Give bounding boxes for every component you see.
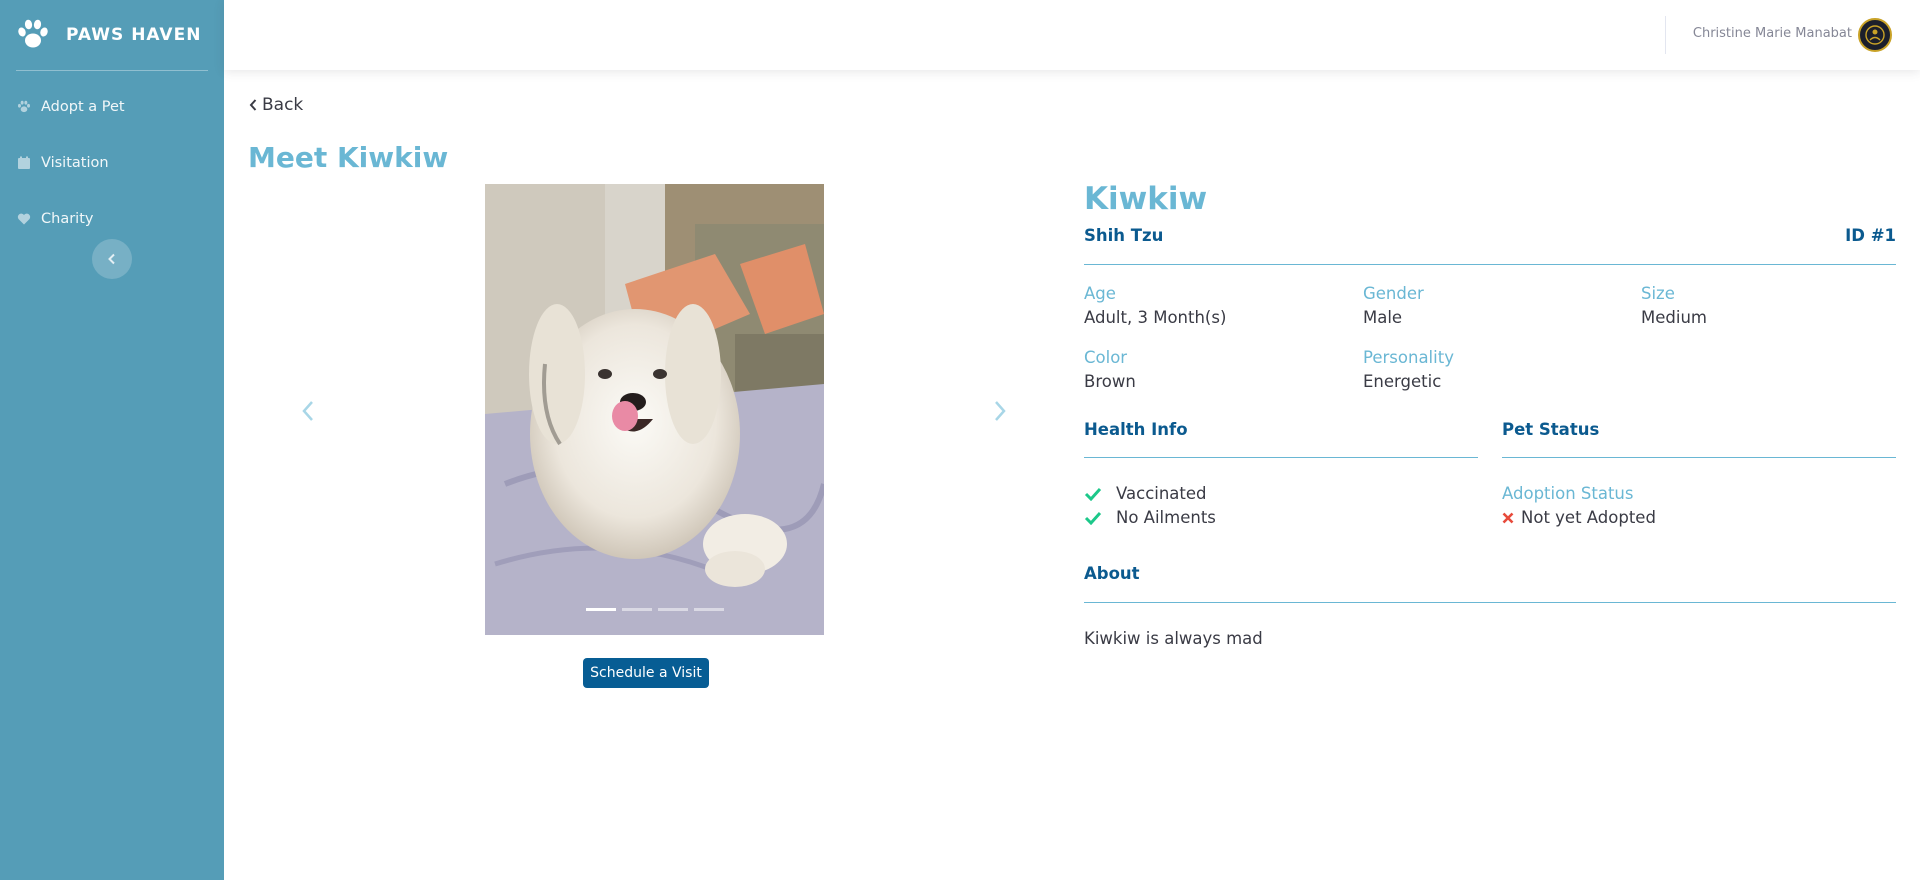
health-item-no-ailments: No Ailments bbox=[1084, 508, 1216, 527]
sidebar-item-adopt-a-pet[interactable]: Adopt a Pet bbox=[0, 79, 224, 135]
carousel-prev-button[interactable] bbox=[298, 396, 318, 430]
health-item-vaccinated: Vaccinated bbox=[1084, 484, 1207, 503]
personality-label: Personality bbox=[1363, 348, 1454, 367]
sidebar-item-label: Visitation bbox=[41, 155, 109, 171]
carousel-indicator[interactable] bbox=[657, 608, 688, 611]
carousel-indicator[interactable] bbox=[585, 608, 616, 611]
brand[interactable]: PAWS HAVEN bbox=[0, 0, 224, 70]
color-value: Brown bbox=[1084, 372, 1136, 391]
chevron-left-icon bbox=[302, 401, 313, 421]
age-label: Age bbox=[1084, 284, 1116, 303]
about-text: Kiwkiw is always mad bbox=[1084, 629, 1263, 648]
topbar-divider bbox=[1665, 16, 1666, 54]
size-label: Size bbox=[1641, 284, 1675, 303]
check-icon bbox=[1084, 487, 1102, 501]
sidebar-item-label: Adopt a Pet bbox=[41, 99, 125, 115]
carousel-indicator[interactable] bbox=[621, 608, 652, 611]
pet-name: Kiwkiw bbox=[1084, 181, 1208, 217]
sidebar-item-label: Charity bbox=[41, 211, 94, 227]
gender-label: Gender bbox=[1363, 284, 1424, 303]
paw-icon bbox=[16, 18, 50, 52]
chevron-left-icon bbox=[108, 253, 115, 265]
sidebar-toggle-button[interactable] bbox=[92, 239, 132, 279]
age-value: Adult, 3 Month(s) bbox=[1084, 308, 1227, 327]
adoption-status-value: Not yet Adopted bbox=[1521, 508, 1656, 527]
avatar[interactable] bbox=[1858, 18, 1892, 52]
topbar: Christine Marie Manabat bbox=[224, 0, 1920, 70]
chevron-left-icon bbox=[249, 99, 257, 111]
back-link[interactable]: Back bbox=[248, 95, 303, 115]
paw-icon bbox=[17, 100, 31, 113]
color-label: Color bbox=[1084, 348, 1128, 367]
schedule-visit-button[interactable]: Schedule a Visit bbox=[583, 658, 709, 688]
heart-icon bbox=[17, 213, 31, 225]
about-heading: About bbox=[1084, 564, 1140, 583]
health-item-label: No Ailments bbox=[1116, 508, 1216, 527]
brand-name: PAWS HAVEN bbox=[66, 25, 202, 45]
pet-id: ID #1 bbox=[1845, 226, 1896, 245]
gender-value: Male bbox=[1363, 308, 1403, 327]
pet-status-heading: Pet Status bbox=[1502, 420, 1600, 439]
pet-photo bbox=[485, 184, 824, 635]
pet-photo-carousel[interactable] bbox=[485, 184, 824, 635]
back-label: Back bbox=[262, 95, 304, 115]
health-info-heading: Health Info bbox=[1084, 420, 1188, 439]
personality-value: Energetic bbox=[1363, 372, 1442, 391]
carousel-indicator[interactable] bbox=[693, 608, 724, 611]
details-divider bbox=[1084, 264, 1896, 265]
cross-icon bbox=[1502, 512, 1514, 524]
user-name[interactable]: Christine Marie Manabat bbox=[1693, 26, 1852, 41]
carousel-indicators bbox=[485, 608, 824, 611]
health-divider bbox=[1084, 457, 1478, 458]
sidebar: PAWS HAVEN Adopt a Pet Visitation Charit… bbox=[0, 0, 224, 880]
calendar-icon bbox=[18, 156, 30, 169]
health-item-label: Vaccinated bbox=[1116, 484, 1207, 503]
status-divider bbox=[1502, 457, 1896, 458]
adoption-status-label: Adoption Status bbox=[1502, 484, 1634, 503]
carousel-next-button[interactable] bbox=[990, 396, 1010, 430]
size-value: Medium bbox=[1641, 308, 1707, 327]
pet-breed: Shih Tzu bbox=[1084, 226, 1164, 245]
adoption-status-value-row: Not yet Adopted bbox=[1502, 508, 1656, 527]
sidebar-item-visitation[interactable]: Visitation bbox=[0, 135, 224, 191]
avatar-emblem-icon bbox=[1865, 25, 1885, 45]
chevron-right-icon bbox=[995, 401, 1006, 421]
page-title: Meet Kiwkiw bbox=[248, 141, 449, 174]
about-divider bbox=[1084, 602, 1896, 603]
check-icon bbox=[1084, 511, 1102, 525]
